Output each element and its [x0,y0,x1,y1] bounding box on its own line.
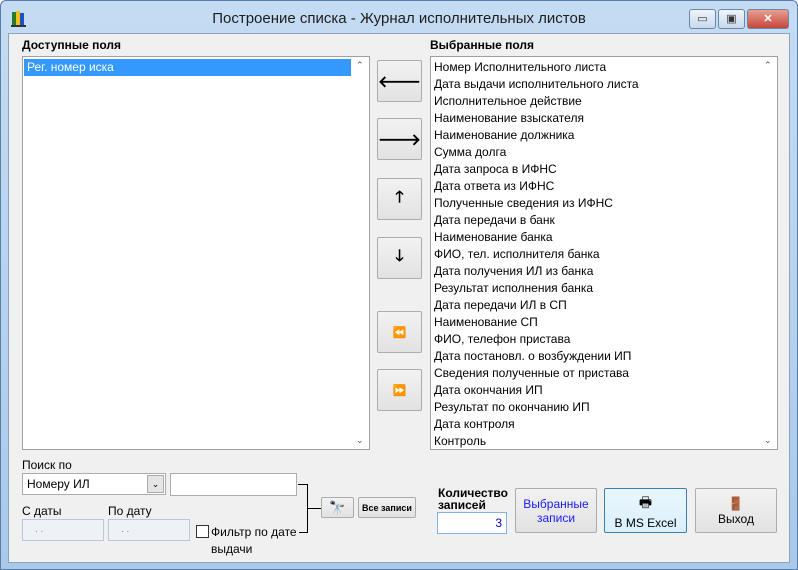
scrollbar[interactable]: ⌃ ⌄ [760,57,777,449]
list-item[interactable]: Дата запроса в ИФНС [431,161,777,178]
bracket-line [307,508,321,509]
list-item[interactable]: Дата передачи в банк [431,212,777,229]
count-label-2: записей [438,498,486,512]
selected-records-button[interactable]: Выбранные записи [515,488,597,533]
list-item[interactable]: Контроль [431,433,777,450]
excel-button[interactable]: 🖶 В MS Excel [604,488,687,533]
date-from-input[interactable]: . . [22,519,104,541]
find-button[interactable]: 🔭 [321,497,354,518]
list-item[interactable]: Дата окончания ИП [431,382,777,399]
list-item[interactable]: ФИО, тел. исполнителя банка [431,246,777,263]
selected-records-label-2: записи [536,510,576,525]
maximize-button[interactable]: ▣ [718,9,745,29]
move-up-button[interactable]: 🡑 [377,178,422,220]
selected-fields-label: Выбранные поля [430,38,534,52]
list-item[interactable]: Дата контроля [431,416,777,433]
selected-fields-list[interactable]: Номер Исполнительного листа Дата выдачи и… [430,56,778,450]
list-item[interactable]: Дата выдачи исполнительного листа [431,76,777,93]
search-field-value: Номеру ИЛ [27,477,90,491]
scrollbar[interactable]: ⌃ ⌄ [352,57,369,449]
move-down-button[interactable]: 🡓 [377,237,422,279]
date-to-input[interactable]: . . [108,519,190,541]
move-left-button[interactable]: 🡐 [377,60,422,102]
list-item[interactable]: Наименование взыскателя [431,110,777,127]
window-title: Построение списка - Журнал исполнительны… [212,10,586,27]
date-filter-label: Фильтр по дате [211,525,297,539]
close-button[interactable]: ✕ [747,9,789,29]
selected-records-label: Выбранные [523,496,589,511]
exit-button[interactable]: 🚪 Выход [695,488,777,533]
list-item[interactable]: Сведения полученные от пристава [431,365,777,382]
search-field-select[interactable]: Номеру ИЛ ⌄ [22,473,166,495]
exit-door-icon: 🚪 [727,495,745,511]
list-item[interactable]: Дата получения ИЛ из банка [431,263,777,280]
bracket-line [299,532,308,533]
move-all-right-button[interactable]: ⏩ [377,369,422,411]
list-item[interactable]: Результат исполнения банка [431,280,777,297]
search-by-label: Поиск по [22,458,72,472]
list-item[interactable]: Результат по окончанию ИП [431,399,777,416]
date-to-label: По дату [108,504,152,518]
search-input[interactable] [170,473,297,496]
list-item[interactable]: ФИО, телефон пристава [431,331,777,348]
available-fields-label: Доступные поля [22,38,122,52]
list-item[interactable]: Наименование банка [431,229,777,246]
available-fields-list[interactable]: Рег. номер иска ⌃ ⌄ [22,56,370,450]
move-all-left-button[interactable]: ⏪ [377,311,422,353]
list-item[interactable]: Наименование должника [431,127,777,144]
printer-icon: 🖶 [638,493,653,510]
exit-label: Выход [718,511,754,526]
list-item[interactable]: Дата передачи ИЛ в СП [431,297,777,314]
count-value: 3 [437,512,507,534]
date-from-label: С даты [22,504,62,518]
list-item[interactable]: Исполнительное действие [431,93,777,110]
date-filter-label-2: выдачи [211,542,253,556]
move-right-button[interactable]: 🡒 [377,118,422,160]
list-item[interactable]: Рег. номер иска [24,59,351,76]
chevron-down-icon[interactable]: ⌄ [147,475,164,493]
all-records-button[interactable]: Все записи [358,497,416,518]
minimize-button[interactable]: ▭ [689,9,716,29]
excel-label: В MS Excel [614,515,677,530]
binoculars-icon: 🔭 [329,499,346,515]
list-item[interactable]: Полученные сведения из ИФНС [431,195,777,212]
list-item[interactable]: Наименование СП [431,314,777,331]
date-filter-checkbox[interactable] [196,525,209,538]
list-item[interactable]: Дата ответа из ИФНС [431,178,777,195]
list-item[interactable]: Дата постановл. о возбуждении ИП [431,348,777,365]
list-item[interactable]: Сумма долга [431,144,777,161]
list-item[interactable]: Номер Исполнительного листа [431,59,777,76]
